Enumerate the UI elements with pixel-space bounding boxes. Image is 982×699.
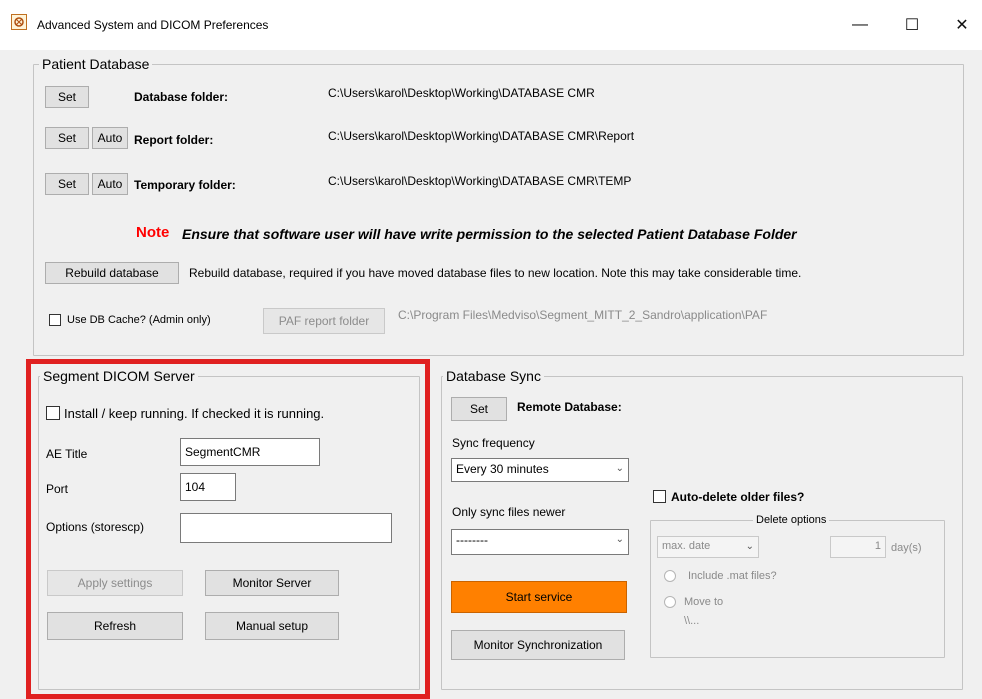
delete-options-title: Delete options	[753, 513, 830, 527]
set-database-folder-button[interactable]: Set	[45, 86, 89, 108]
start-service-button[interactable]: Start service	[451, 581, 627, 613]
remote-database-label: Remote Database:	[517, 400, 622, 414]
include-mat-label: Include .mat files?	[688, 570, 777, 582]
paf-report-folder-button[interactable]: PAF report folder	[263, 308, 385, 334]
note-text: Ensure that software user will have writ…	[182, 226, 797, 242]
temporary-folder-path: C:\Users\karol\Desktop\Working\DATABASE …	[328, 174, 632, 188]
set-remote-database-button[interactable]: Set	[451, 397, 507, 421]
patient-database-title: Patient Database	[39, 56, 153, 72]
sync-frequency-label: Sync frequency	[452, 436, 535, 450]
temporary-folder-label: Temporary folder:	[134, 178, 236, 192]
database-folder-label: Database folder:	[134, 90, 229, 104]
days-unit-label: day(s)	[891, 542, 922, 554]
report-folder-path: C:\Users\karol\Desktop\Working\DATABASE …	[328, 129, 635, 143]
auto-temporary-folder-button[interactable]: Auto	[92, 173, 128, 195]
paf-report-folder-path: C:\Program Files\Medviso\Segment_MITT_2_…	[398, 308, 768, 322]
database-sync-title: Database Sync	[443, 368, 544, 384]
auto-report-folder-button[interactable]: Auto	[92, 127, 128, 149]
app-icon	[11, 14, 27, 30]
only-sync-newer-select[interactable]: -------- ⌄	[451, 529, 629, 555]
db-cache-checkbox[interactable]	[49, 314, 61, 326]
sync-frequency-value: Every 30 minutes	[456, 462, 549, 476]
sync-frequency-select[interactable]: Every 30 minutes ⌄	[451, 458, 629, 482]
auto-delete-label: Auto-delete older files?	[671, 490, 805, 504]
chevron-down-icon: ⌄	[615, 534, 624, 545]
move-to-radio[interactable]	[664, 596, 676, 608]
only-sync-newer-label: Only sync files newer	[452, 505, 566, 519]
set-temporary-folder-button[interactable]: Set	[45, 173, 89, 195]
include-mat-radio[interactable]	[664, 570, 676, 582]
only-sync-newer-value: --------	[456, 533, 488, 547]
auto-delete-checkbox[interactable]	[653, 490, 666, 503]
chevron-down-icon: ⌄	[745, 541, 754, 552]
window-title: Advanced System and DICOM Preferences	[37, 18, 269, 32]
maximize-button[interactable]: ☐	[892, 10, 932, 40]
highlight-box	[26, 359, 430, 699]
move-to-label: Move to	[684, 596, 724, 608]
report-folder-label: Report folder:	[134, 133, 214, 147]
database-folder-path: C:\Users\karol\Desktop\Working\DATABASE …	[328, 86, 595, 100]
chevron-down-icon: ⌄	[615, 463, 624, 474]
set-report-folder-button[interactable]: Set	[45, 127, 89, 149]
monitor-synchronization-button[interactable]: Monitor Synchronization	[451, 630, 625, 660]
max-date-select[interactable]: max. date ⌄	[657, 536, 759, 558]
max-date-value: max. date	[662, 540, 711, 552]
move-to-path: \\...	[684, 615, 700, 627]
minimize-button[interactable]: —	[840, 10, 880, 40]
note-label: Note	[136, 224, 170, 241]
rebuild-database-button[interactable]: Rebuild database	[45, 262, 179, 284]
days-input[interactable]: 1	[830, 536, 886, 558]
rebuild-description: Rebuild database, required if you have m…	[189, 266, 802, 280]
db-cache-label: Use DB Cache? (Admin only)	[67, 314, 211, 326]
close-button[interactable]: ✕	[942, 10, 982, 40]
